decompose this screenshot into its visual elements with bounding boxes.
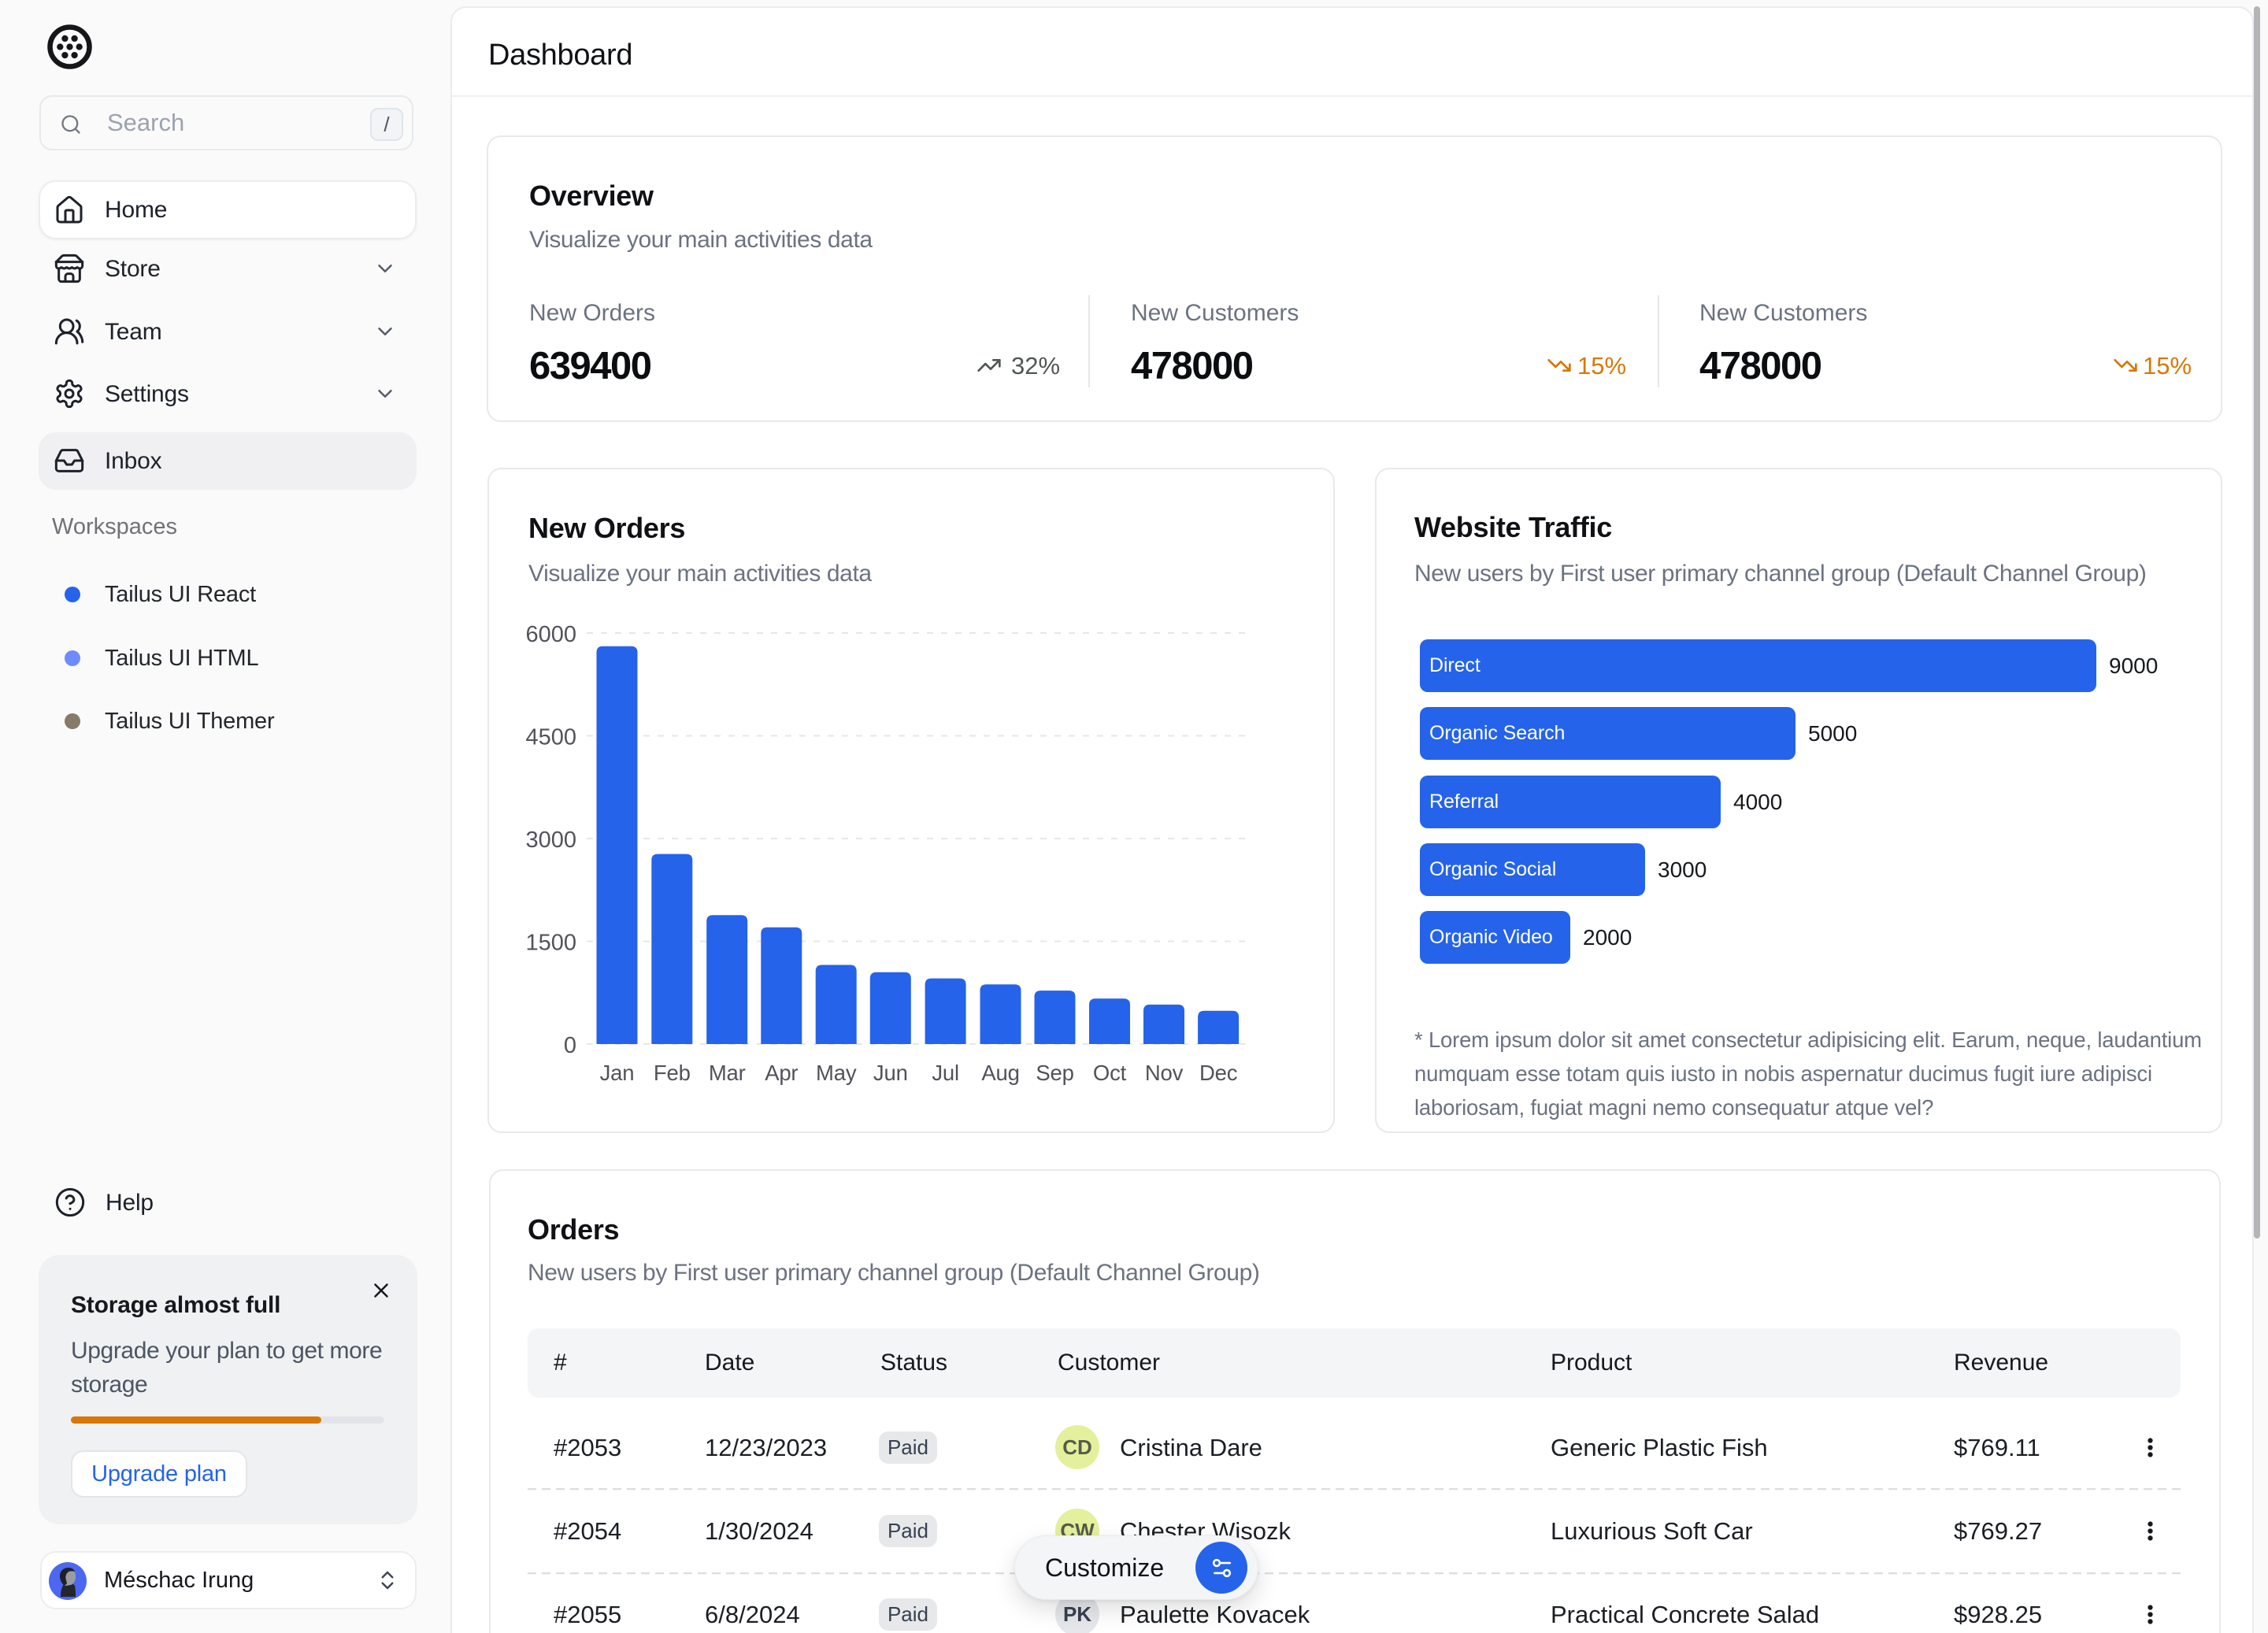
- svg-text:Dec: Dec: [1199, 1061, 1238, 1085]
- svg-text:May: May: [816, 1061, 857, 1085]
- svg-text:0: 0: [564, 1033, 576, 1058]
- svg-text:Jul: Jul: [932, 1061, 959, 1085]
- svg-text:1500: 1500: [525, 931, 576, 956]
- svg-text:Sep: Sep: [1036, 1061, 1073, 1085]
- svg-text:3000: 3000: [525, 828, 576, 853]
- svg-text:Mar: Mar: [709, 1061, 746, 1085]
- svg-text:Apr: Apr: [765, 1061, 798, 1085]
- svg-text:4500: 4500: [525, 725, 576, 750]
- svg-text:Aug: Aug: [981, 1061, 1019, 1085]
- svg-text:Oct: Oct: [1093, 1061, 1127, 1085]
- svg-text:6000: 6000: [525, 622, 576, 647]
- svg-text:Jun: Jun: [873, 1061, 908, 1085]
- svg-text:Jan: Jan: [600, 1061, 635, 1085]
- svg-text:Feb: Feb: [654, 1061, 691, 1085]
- svg-text:Nov: Nov: [1145, 1061, 1184, 1085]
